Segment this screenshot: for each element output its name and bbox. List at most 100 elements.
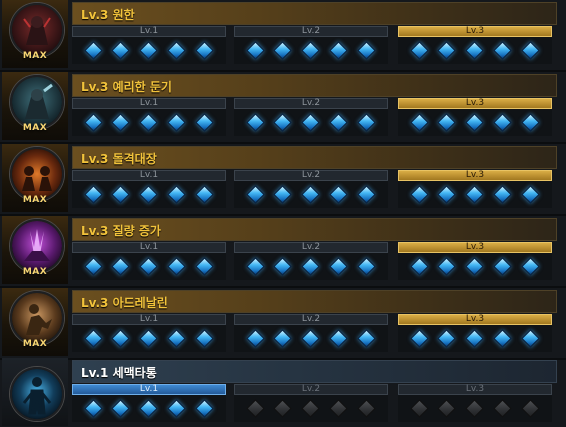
blue-diamond-icon — [521, 113, 540, 132]
gray-diamond-icon — [521, 399, 540, 418]
gem-row — [234, 397, 388, 418]
level-header: Lv.2 — [234, 170, 388, 181]
max-badge: MAX — [22, 123, 48, 133]
engraving-title-bar: Lv.3 원한 — [72, 2, 557, 25]
max-badge: MAX — [22, 267, 48, 277]
blue-diamond-icon — [410, 113, 429, 132]
blue-diamond-icon — [195, 113, 214, 132]
blue-diamond-icon — [493, 185, 512, 204]
engraving-row[interactable]: MAX Lv.3 질량 증가 Lv.1 Lv.2 Lv.3 — [0, 216, 566, 288]
level-header: Lv.2 — [234, 26, 388, 37]
level-header: Lv.2 — [234, 242, 388, 253]
blue-diamond-icon — [139, 41, 158, 60]
engraving-list: MAX Lv.3 원한 Lv.1 Lv.2 Lv.3 MAX Lv.3 예리한 … — [0, 0, 566, 427]
engraving-title: Lv.1 세맥타통 — [81, 366, 157, 380]
blue-diamond-icon — [357, 329, 376, 348]
gray-diamond-icon — [273, 399, 292, 418]
blue-diamond-icon — [465, 113, 484, 132]
blue-diamond-icon — [329, 257, 348, 276]
blue-diamond-icon — [84, 329, 103, 348]
gem-row — [72, 327, 226, 348]
level-header: Lv.1 — [72, 98, 226, 109]
blue-diamond-icon — [273, 41, 292, 60]
blue-diamond-icon — [437, 41, 456, 60]
blue-diamond-icon — [521, 41, 540, 60]
level-header: Lv.1 — [72, 26, 226, 37]
gem-row — [398, 397, 552, 418]
engraving-title-bar: Lv.3 질량 증가 — [72, 218, 557, 241]
level-group-3: Lv.3 — [398, 98, 552, 136]
gem-row — [398, 255, 552, 276]
blue-diamond-icon — [301, 113, 320, 132]
grudge-skill-icon — [10, 3, 64, 57]
blue-diamond-icon — [329, 329, 348, 348]
gem-row — [234, 183, 388, 204]
blue-diamond-icon — [357, 185, 376, 204]
level-group-3: Lv.3 — [398, 314, 552, 352]
skill-icon-frame: MAX — [2, 72, 68, 140]
blue-diamond-icon — [465, 329, 484, 348]
blue-diamond-icon — [246, 113, 265, 132]
blue-diamond-icon — [273, 185, 292, 204]
blue-diamond-icon — [273, 113, 292, 132]
level-group-3: Lv.3 — [398, 242, 552, 280]
blue-diamond-icon — [195, 185, 214, 204]
gem-row — [234, 111, 388, 132]
level-header: Lv.3 — [398, 242, 552, 253]
gem-row — [72, 397, 226, 418]
blue-diamond-icon — [167, 329, 186, 348]
raid-captain-skill-icon — [10, 147, 64, 201]
engraving-row[interactable]: MAX Lv.3 아드레날린 Lv.1 Lv.2 Lv.3 — [0, 288, 566, 360]
level-header: Lv.3 — [398, 26, 552, 37]
blue-diamond-icon — [111, 113, 130, 132]
gem-row — [72, 183, 226, 204]
level-header: Lv.3 — [398, 98, 552, 109]
level-group-2: Lv.2 — [234, 384, 388, 422]
blue-diamond-icon — [195, 399, 214, 418]
engraving-title: Lv.3 질량 증가 — [81, 224, 161, 238]
adrenaline-skill-icon — [10, 291, 64, 345]
level-group-1: Lv.1 — [72, 384, 226, 422]
blue-diamond-icon — [84, 257, 103, 276]
blue-diamond-icon — [410, 329, 429, 348]
engraving-title-bar: Lv.3 돌격대장 — [72, 146, 557, 169]
level-group-1: Lv.1 — [72, 98, 226, 136]
blue-diamond-icon — [111, 185, 130, 204]
blue-diamond-icon — [301, 185, 320, 204]
blue-diamond-icon — [195, 329, 214, 348]
blue-diamond-icon — [493, 257, 512, 276]
gray-diamond-icon — [357, 399, 376, 418]
blue-diamond-icon — [410, 41, 429, 60]
gem-row — [72, 39, 226, 60]
engraving-title: Lv.3 아드레날린 — [81, 296, 168, 310]
level-header: Lv.1 — [72, 170, 226, 181]
blue-diamond-icon — [437, 329, 456, 348]
level-group-1: Lv.1 — [72, 242, 226, 280]
blue-diamond-icon — [111, 399, 130, 418]
engraving-row[interactable]: MAX Lv.3 돌격대장 Lv.1 Lv.2 Lv.3 — [0, 144, 566, 216]
blue-diamond-icon — [139, 113, 158, 132]
blue-diamond-icon — [167, 41, 186, 60]
blue-diamond-icon — [521, 185, 540, 204]
blue-diamond-icon — [301, 257, 320, 276]
engraving-title: Lv.3 돌격대장 — [81, 152, 157, 166]
engraving-row[interactable]: MAX Lv.3 원한 Lv.1 Lv.2 Lv.3 — [0, 0, 566, 72]
skill-icon-frame: MAX — [2, 216, 68, 284]
level-header: Lv.2 — [234, 98, 388, 109]
gray-diamond-icon — [465, 399, 484, 418]
blue-diamond-icon — [111, 41, 130, 60]
level-header: Lv.1 — [72, 242, 226, 253]
gem-row — [398, 327, 552, 348]
blue-diamond-icon — [139, 399, 158, 418]
blue-diamond-icon — [84, 113, 103, 132]
level-group-1: Lv.1 — [72, 170, 226, 208]
level-group-3: Lv.3 — [398, 384, 552, 422]
max-badge: MAX — [22, 339, 48, 349]
engraving-row[interactable]: MAX Lv.3 예리한 둔기 Lv.1 Lv.2 Lv.3 — [0, 72, 566, 144]
blue-diamond-icon — [521, 329, 540, 348]
engraving-row[interactable]: Lv.1 세맥타통 Lv.1 Lv.2 Lv.3 — [0, 358, 566, 427]
skill-icon-frame: MAX — [2, 0, 68, 68]
blue-diamond-icon — [493, 41, 512, 60]
blue-diamond-icon — [521, 257, 540, 276]
gray-diamond-icon — [329, 399, 348, 418]
